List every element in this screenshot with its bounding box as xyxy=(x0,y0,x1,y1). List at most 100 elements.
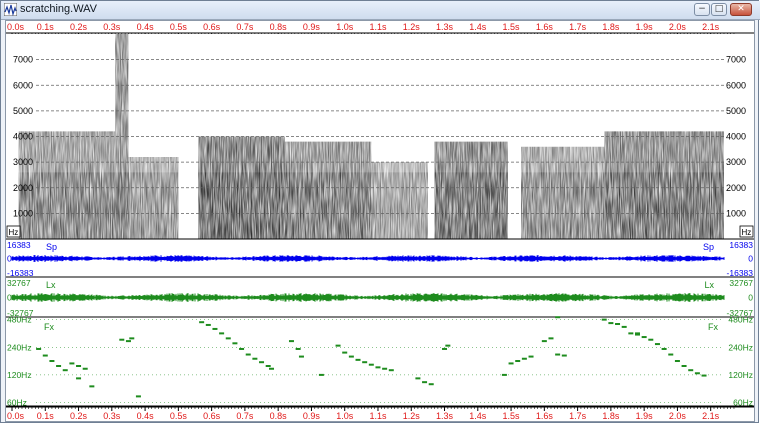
fx-point xyxy=(555,353,561,356)
fx-point xyxy=(445,344,451,347)
fx-point xyxy=(76,365,82,368)
frequency-label-right: 5000 xyxy=(726,106,746,116)
minimize-button[interactable]: − xyxy=(694,3,710,16)
track-max-label-left: 32767 xyxy=(7,278,31,288)
frequency-label-right: 1000 xyxy=(726,208,746,218)
fx-pitch-panel[interactable]: 480Hz 480Hz240Hz 240Hz120Hz 120Hz60Hz 60HzFx… xyxy=(6,315,754,408)
track-zero-label-right: 0 xyxy=(748,293,753,303)
fx-label-left: 480Hz xyxy=(7,315,32,325)
fx-point xyxy=(239,347,245,350)
speech-waveform-panel[interactable]: 16383 163830 0-16383 -16383Sp Sp xyxy=(6,240,754,278)
fx-point xyxy=(76,377,82,380)
time-tick-label: 0.0s xyxy=(7,22,25,32)
track-max-label-right: 16383 xyxy=(729,240,753,250)
fx-point xyxy=(681,365,687,368)
time-tick-label: 0.6s xyxy=(203,411,221,421)
analysis-plot[interactable]: 0.0s 0.1s 0.2s 0.3s 0.4s 0.5s 0.6s 0.7s 0.8s 0.9s… xyxy=(6,21,754,421)
fx-point xyxy=(515,360,521,363)
fx-point xyxy=(634,332,640,335)
time-tick-label: 0.9s xyxy=(303,22,321,32)
spectrogram-panel[interactable]: 7000 7000 6000 6000 5000 5000 4000 4000 3000 3000… xyxy=(6,34,754,240)
time-tick-label: 0.8s xyxy=(270,22,288,32)
time-tick-label: 1.9s xyxy=(636,22,654,32)
maximize-button[interactable]: □ xyxy=(711,3,727,16)
fx-point xyxy=(428,383,434,386)
time-tick-label: 0.4s xyxy=(137,411,155,421)
frequency-label-right: 7000 xyxy=(726,55,746,65)
time-tick-label: 2.1s xyxy=(702,22,720,32)
fx-point xyxy=(342,351,348,354)
track-zero-label-right: 0 xyxy=(748,254,753,264)
time-tick-label: 0.2s xyxy=(70,411,88,421)
frequency-label-right: 4000 xyxy=(726,132,746,142)
fx-point xyxy=(521,357,527,360)
fx-point xyxy=(628,332,634,335)
time-tick-label: 0.1s xyxy=(37,22,55,32)
time-tick-label: 0.8s xyxy=(270,411,288,421)
spectrogram-formant xyxy=(18,172,116,239)
time-tick-label: 1.1s xyxy=(369,22,387,32)
fx-point xyxy=(288,340,294,343)
track-zero-label-left: 0 xyxy=(7,293,12,303)
spectrogram-formant xyxy=(521,172,605,239)
analysis-view[interactable]: 0.0s 0.1s 0.2s 0.3s 0.4s 0.5s 0.6s 0.7s 0.8s 0.9s… xyxy=(5,20,755,422)
fx-point xyxy=(528,355,534,358)
fx-point xyxy=(688,369,694,372)
time-tick-label: 0.3s xyxy=(103,411,121,421)
time-tick-label: 1.6s xyxy=(536,411,554,421)
fx-point xyxy=(621,325,627,328)
fx-point xyxy=(701,374,707,377)
time-tick-label: 0.9s xyxy=(303,411,321,421)
fx-label-right: 480Hz xyxy=(728,315,753,325)
time-tick-label: 0.5s xyxy=(170,22,188,32)
fx-point xyxy=(135,395,141,398)
fx-point xyxy=(232,342,238,345)
waveform-app-icon xyxy=(4,3,17,16)
fx-point xyxy=(252,357,258,360)
fx-label-right: 240Hz xyxy=(728,342,753,352)
frequency-label-left: 1000 xyxy=(13,208,33,218)
track-name-left: Lx xyxy=(46,280,56,290)
time-tick-label: 1.7s xyxy=(569,411,587,421)
time-tick-label: 0.7s xyxy=(236,411,254,421)
fx-point xyxy=(668,353,674,356)
time-tick-label: 1.6s xyxy=(536,22,554,32)
fx-name-left: Fx xyxy=(44,322,54,332)
larynx-waveform-panel[interactable]: 32767 327670 0-32767 -32767Lx Lx xyxy=(6,278,754,318)
spectrogram-formant xyxy=(115,172,129,239)
frequency-label-left: 3000 xyxy=(13,157,33,167)
time-tick-label: 1.3s xyxy=(436,22,454,32)
fx-point xyxy=(119,338,125,341)
time-tick-label: 1.1s xyxy=(369,411,387,421)
fx-point xyxy=(265,365,271,368)
time-tick-label: 1.5s xyxy=(503,22,521,32)
time-tick-label: 0.2s xyxy=(70,22,88,32)
fx-point xyxy=(548,337,554,340)
fx-point xyxy=(375,366,381,369)
close-button[interactable]: ✕ xyxy=(730,3,752,16)
time-tick-label: 0.7s xyxy=(236,22,254,32)
time-tick-label: 0.5s xyxy=(170,411,188,421)
fx-point xyxy=(561,354,567,357)
fx-point xyxy=(295,347,301,350)
fx-point xyxy=(661,347,667,350)
time-tick-label: 1.8s xyxy=(602,411,620,421)
title-bar[interactable]: scratching.WAV − □ ✕ xyxy=(1,1,760,20)
fx-point xyxy=(362,361,368,364)
fx-point xyxy=(555,316,561,319)
time-tick-label: 1.0s xyxy=(336,411,354,421)
frequency-label-right: 3000 xyxy=(726,157,746,167)
frequency-label-right: 2000 xyxy=(726,183,746,193)
fx-point xyxy=(62,369,68,372)
fx-label-right: 120Hz xyxy=(728,370,753,380)
time-tick-label: 1.2s xyxy=(403,411,421,421)
hz-unit-label-left: Hz xyxy=(9,228,19,237)
fx-point xyxy=(422,381,428,384)
fx-point xyxy=(415,377,421,380)
spectrogram-formant xyxy=(434,172,508,239)
fx-point xyxy=(355,358,361,361)
fx-point xyxy=(129,337,135,340)
time-tick-label: 1.2s xyxy=(403,22,421,32)
fx-point xyxy=(654,343,660,346)
time-tick-label: 2.0s xyxy=(669,411,687,421)
